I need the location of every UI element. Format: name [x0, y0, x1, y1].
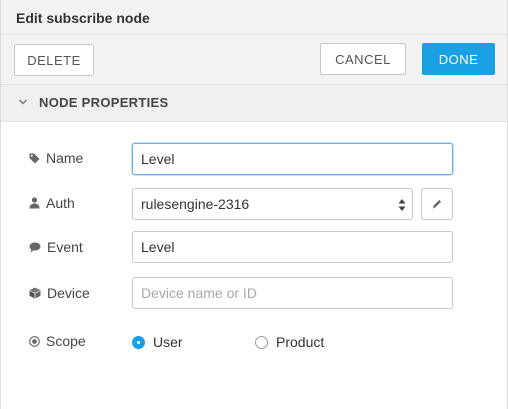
scope-option-label: Product: [276, 334, 325, 350]
panel-title: Edit subscribe node: [16, 10, 150, 26]
delete-button[interactable]: DELETE: [14, 44, 94, 76]
target-icon: [29, 335, 40, 347]
name-label-row: Name: [29, 150, 83, 166]
panel-header: Edit subscribe node: [1, 0, 507, 35]
auth-label: Auth: [46, 195, 75, 211]
auth-label-row: Auth: [29, 195, 75, 211]
radio-unchecked-icon[interactable]: [255, 335, 268, 349]
device-label-row: Device: [29, 285, 90, 301]
cancel-button[interactable]: CANCEL: [320, 43, 406, 75]
speech-bubble-icon: [29, 242, 41, 252]
select-arrows-icon: [398, 199, 406, 211]
user-icon: [29, 197, 40, 209]
chevron-down-icon: [19, 99, 27, 105]
device-field[interactable]: Device name or ID: [132, 277, 453, 309]
device-label: Device: [47, 285, 90, 301]
node-properties-section-header[interactable]: NODE PROPERTIES: [1, 85, 507, 122]
done-button[interactable]: DONE: [422, 43, 495, 75]
section-title: NODE PROPERTIES: [39, 95, 169, 110]
tag-icon: [29, 152, 40, 164]
pencil-icon: [432, 200, 441, 209]
auth-select[interactable]: rulesengine-2316: [132, 188, 413, 220]
scope-label: Scope: [46, 333, 86, 349]
event-label-row: Event: [29, 239, 83, 255]
name-field[interactable]: Level: [132, 143, 453, 175]
action-toolbar: DELETE CANCEL DONE: [1, 35, 507, 85]
scope-option-product[interactable]: Product: [255, 334, 324, 350]
auth-select-value: rulesengine-2316: [141, 196, 250, 212]
name-label: Name: [46, 150, 84, 166]
cube-icon: [29, 287, 41, 299]
radio-checked-icon[interactable]: [132, 335, 145, 349]
edit-node-panel: Edit subscribe node DELETE CANCEL DONE N…: [0, 0, 508, 409]
scope-option-label: User: [153, 334, 183, 350]
scope-label-row: Scope: [29, 333, 86, 349]
scope-option-user[interactable]: User: [132, 334, 183, 350]
event-field[interactable]: Level: [132, 231, 453, 263]
edit-auth-button[interactable]: [421, 188, 453, 220]
event-label: Event: [47, 239, 83, 255]
